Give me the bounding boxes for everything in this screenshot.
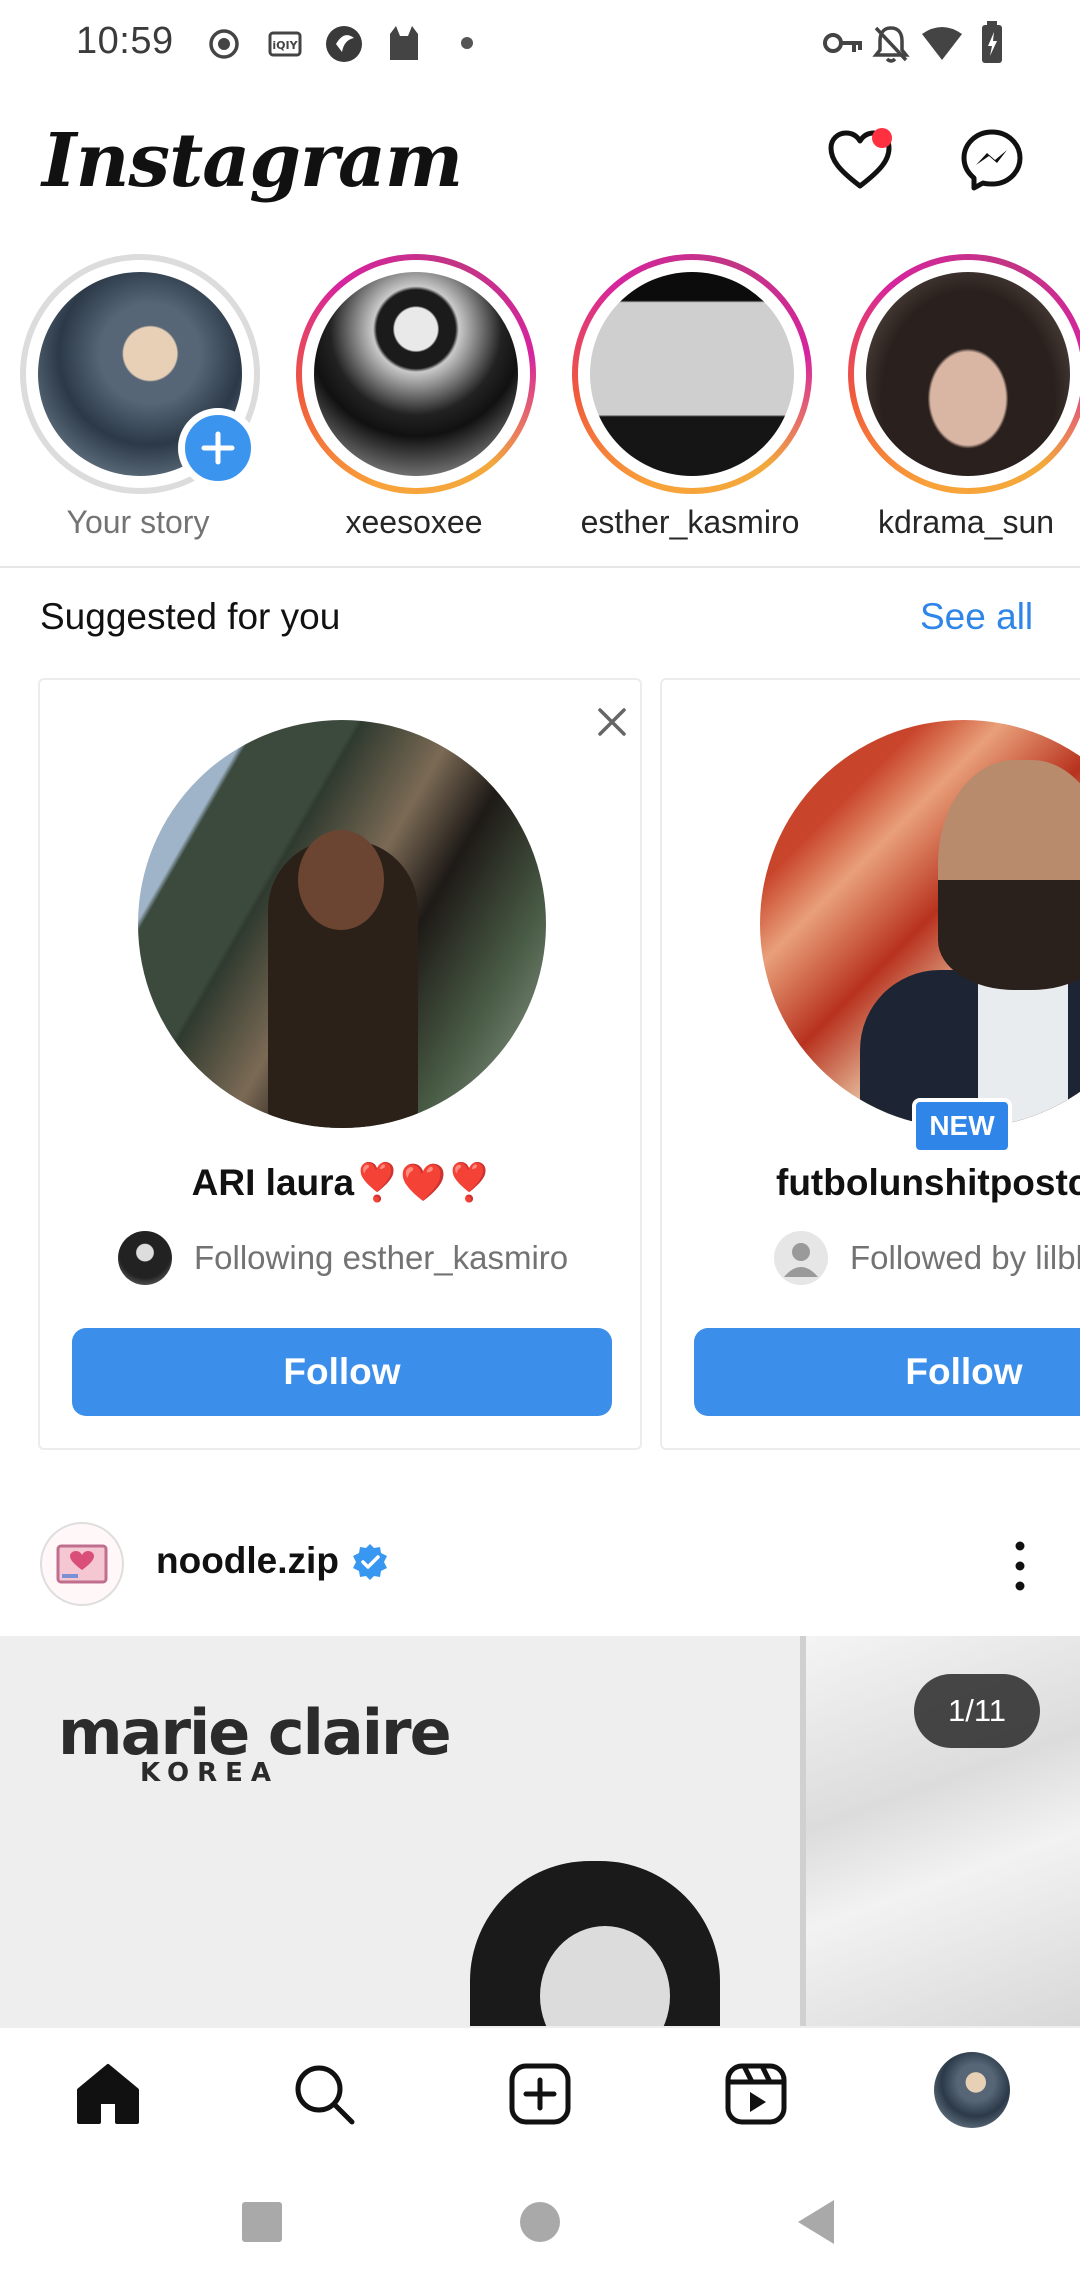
post-media[interactable]: marie claire KOREA 1/11 bbox=[0, 1636, 1080, 2026]
suggestion-name[interactable]: futbolunshitpostc bbox=[776, 1162, 1080, 1204]
home-icon bbox=[75, 2062, 141, 2131]
verified-badge-icon bbox=[350, 1542, 390, 1582]
cat-icon bbox=[386, 24, 422, 67]
suggestion-context: Followed by lilbl bbox=[774, 1228, 1080, 1288]
more-options-icon[interactable] bbox=[1000, 1538, 1040, 1594]
nav-create[interactable] bbox=[502, 2058, 578, 2134]
follow-button[interactable]: Follow bbox=[72, 1328, 612, 1416]
post-header: noodle.zip bbox=[0, 1500, 1080, 1630]
nav-reels[interactable] bbox=[718, 2058, 794, 2134]
notification-dot bbox=[872, 128, 892, 148]
back-button[interactable] bbox=[786, 2192, 846, 2252]
suggestion-subtitle: Following esther_kasmiro bbox=[194, 1239, 569, 1276]
notifications-off-icon bbox=[872, 24, 910, 69]
story-your-story[interactable]: Your story bbox=[8, 250, 268, 560]
suggestion-subtitle: Followed by lilbl bbox=[850, 1239, 1080, 1276]
new-badge: NEW bbox=[912, 1098, 1012, 1154]
create-icon bbox=[508, 2062, 572, 2131]
follow-button[interactable]: Follow bbox=[694, 1328, 1080, 1416]
suggestion-card[interactable]: NEW futbolunshitpostc Followed by lilbl … bbox=[660, 678, 1080, 1450]
story-label: kdrama_sun bbox=[877, 504, 1055, 540]
app-icon bbox=[324, 24, 364, 69]
reels-icon bbox=[724, 2062, 788, 2131]
svg-text:iQIY: iQIY bbox=[272, 39, 298, 52]
battery-charging-icon bbox=[980, 20, 1004, 69]
suggestion-card[interactable]: ARI laura❣️❤️❣️ Following esther_kasmiro… bbox=[38, 678, 642, 1450]
story-esther-kasmiro[interactable]: esther_kasmiro bbox=[560, 250, 820, 560]
dot-icon bbox=[460, 36, 474, 55]
see-all-link[interactable]: See all bbox=[920, 596, 1033, 638]
media-counter: 1/11 bbox=[914, 1674, 1040, 1748]
story-label: esther_kasmiro bbox=[580, 504, 800, 540]
messenger-icon bbox=[960, 128, 1024, 197]
wifi-icon bbox=[920, 26, 964, 67]
bottom-nav bbox=[0, 2026, 1080, 2162]
search-icon bbox=[292, 2062, 356, 2131]
story-xeesoxee[interactable]: xeesoxee bbox=[284, 250, 544, 560]
suggested-title: Suggested for you bbox=[40, 596, 341, 637]
close-icon[interactable] bbox=[592, 702, 632, 742]
messenger-button[interactable] bbox=[952, 122, 1032, 202]
notifications-button[interactable] bbox=[820, 122, 900, 202]
divider bbox=[0, 566, 1080, 568]
status-time: 10:59 bbox=[76, 20, 174, 62]
mutual-avatar bbox=[118, 1231, 172, 1285]
nav-profile-avatar[interactable] bbox=[934, 2052, 1010, 2128]
suggestion-photo[interactable] bbox=[760, 720, 1080, 1128]
post-avatar[interactable] bbox=[40, 1522, 124, 1606]
suggested-carousel: ARI laura❣️❤️❣️ Following esther_kasmiro… bbox=[0, 678, 1080, 1450]
story-avatar bbox=[590, 272, 794, 476]
recents-button[interactable] bbox=[232, 2192, 292, 2252]
nav-search[interactable] bbox=[286, 2058, 362, 2134]
suggestion-photo[interactable] bbox=[138, 720, 546, 1128]
app-header: Instagram bbox=[0, 100, 1080, 240]
instagram-logo[interactable]: Instagram bbox=[42, 118, 463, 204]
record-icon bbox=[208, 28, 240, 65]
post-username[interactable]: noodle.zip bbox=[156, 1540, 339, 1582]
add-story-button[interactable] bbox=[178, 408, 258, 488]
story-avatar bbox=[866, 272, 1070, 476]
story-avatar bbox=[314, 272, 518, 476]
story-label: Your story bbox=[66, 504, 210, 540]
suggestion-context: Following esther_kasmiro bbox=[118, 1228, 568, 1288]
status-bar: 10:59 iQIY bbox=[0, 0, 1080, 88]
home-button[interactable] bbox=[510, 2192, 570, 2252]
suggestion-name[interactable]: ARI laura❣️❤️❣️ bbox=[40, 1162, 644, 1205]
story-kdrama-sun[interactable]: kdrama_sun bbox=[836, 250, 1080, 560]
nav-home[interactable] bbox=[70, 2058, 146, 2134]
iqiyi-icon: iQIY bbox=[268, 30, 302, 63]
story-label: xeesoxee bbox=[345, 504, 483, 540]
default-avatar bbox=[774, 1231, 828, 1285]
brand-subtitle: KOREA bbox=[140, 1758, 279, 1788]
stories-tray: Your story xeesoxee esther_kasmiro kdram… bbox=[0, 250, 1080, 560]
system-navigation bbox=[0, 2162, 1080, 2280]
key-icon bbox=[822, 28, 864, 63]
